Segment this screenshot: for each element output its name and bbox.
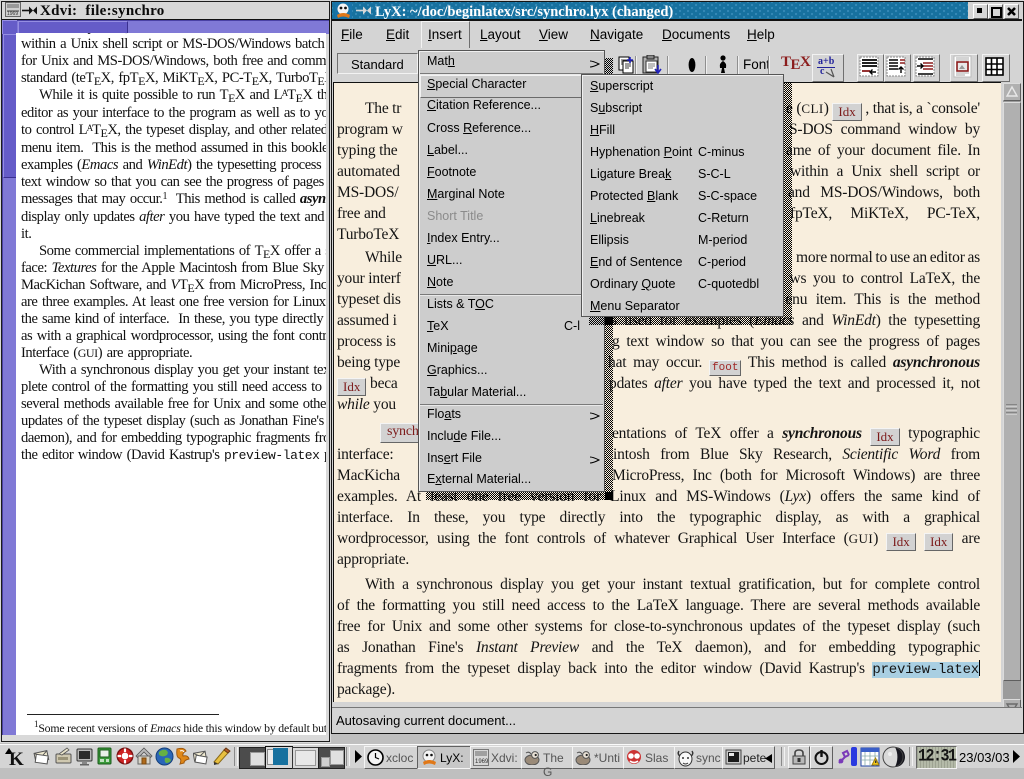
- svg-text:1969: 1969: [7, 11, 18, 17]
- svg-text:1969: 1969: [475, 759, 489, 765]
- svg-text:K: K: [9, 749, 24, 768]
